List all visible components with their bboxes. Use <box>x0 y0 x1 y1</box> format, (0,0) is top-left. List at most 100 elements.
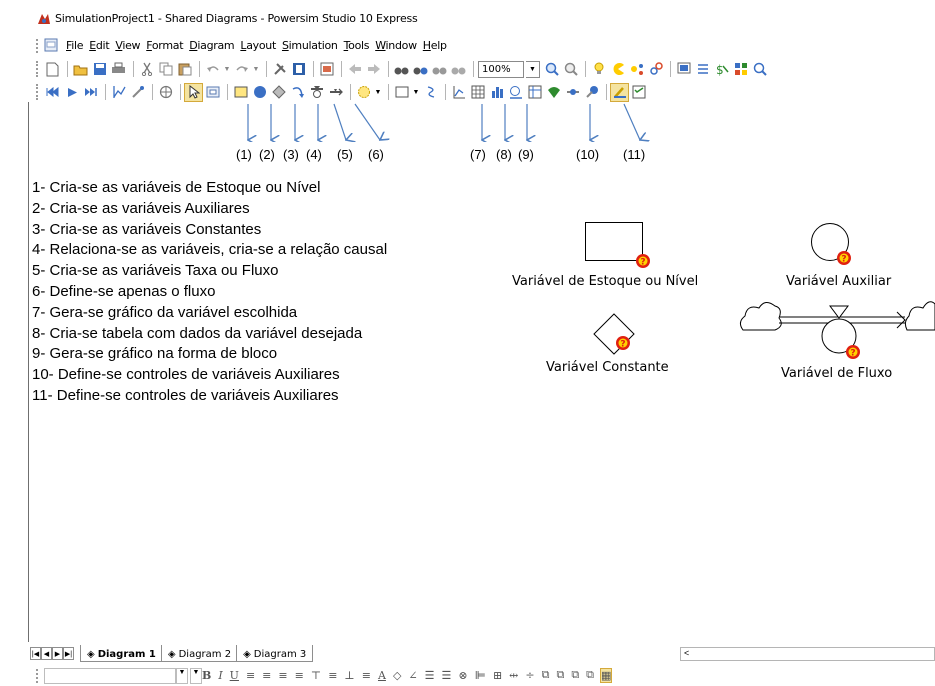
dependency-icon[interactable] <box>647 61 664 78</box>
open-folder-icon[interactable] <box>72 61 89 78</box>
link-tool-icon[interactable] <box>289 84 306 101</box>
form-tool-icon[interactable] <box>630 84 647 101</box>
properties-icon[interactable] <box>290 61 307 78</box>
zoom-out-icon[interactable] <box>562 61 579 78</box>
line-style-icon[interactable]: ☰ <box>442 669 452 682</box>
zoom-dropdown-icon[interactable]: ▼ <box>526 60 540 78</box>
brush-tool-icon[interactable] <box>610 82 629 102</box>
undo-dropdown-icon[interactable]: ▼ <box>223 61 231 78</box>
paste-icon[interactable] <box>176 61 193 78</box>
cut-icon[interactable] <box>138 61 155 78</box>
auxiliary-tool-icon[interactable] <box>251 84 268 101</box>
tab-diagram-3[interactable]: ◈ Diagram 3 <box>236 645 314 662</box>
find-next-icon[interactable] <box>412 61 429 78</box>
grid-snap-icon[interactable]: ▦ <box>599 667 613 683</box>
trend-icon[interactable] <box>110 84 127 101</box>
font-color-button[interactable]: A <box>378 669 386 682</box>
justify-icon[interactable]: ≡ <box>295 669 304 682</box>
spacing-icon[interactable]: ⇹ <box>509 669 518 682</box>
print-icon[interactable] <box>110 61 127 78</box>
menu-edit[interactable]: Edit <box>89 39 109 52</box>
dollar-icon[interactable]: $ <box>713 61 730 78</box>
forward-icon[interactable] <box>365 61 382 78</box>
align-middle-icon[interactable]: ≡ <box>328 669 337 682</box>
menu-simulation[interactable]: Simulation <box>282 39 338 52</box>
menu-diagram[interactable]: Diagram <box>189 39 234 52</box>
align-right-icon[interactable]: ≡ <box>278 669 287 682</box>
rewind-icon[interactable] <box>44 84 61 101</box>
cloud-tool-icon[interactable] <box>355 84 372 101</box>
switch-control-icon[interactable] <box>583 84 600 101</box>
menubar-grip[interactable] <box>36 39 39 53</box>
align-bottom-icon[interactable]: ⊥ <box>344 669 354 682</box>
tab-diagram-1[interactable]: ◈ Diagram 1 <box>80 645 163 662</box>
align-fill-icon[interactable]: ≡ <box>362 669 371 682</box>
align-objects-icon[interactable]: ⊫ <box>475 669 486 682</box>
align-top-icon[interactable]: ⊤ <box>311 669 321 682</box>
last-tab-icon[interactable]: ▶| <box>63 647 74 660</box>
lightbulb-icon[interactable] <box>590 61 607 78</box>
line-color-icon[interactable]: ∠ <box>408 669 417 682</box>
menu-file[interactable]: File <box>66 39 84 52</box>
constant-variable-shape[interactable]: ? <box>592 312 642 362</box>
step-forward-icon[interactable] <box>82 84 99 101</box>
inspect-icon[interactable] <box>751 61 768 78</box>
level-tool-icon[interactable] <box>232 84 249 101</box>
group-icon[interactable]: ⧉ <box>571 668 579 682</box>
diagram-window-icon[interactable] <box>318 61 335 78</box>
ungroup-icon[interactable]: ⧉ <box>586 668 594 682</box>
dial-control-icon[interactable] <box>564 84 581 101</box>
italic-button[interactable]: I <box>218 669 222 682</box>
distribute-icon[interactable]: ⊞ <box>493 669 502 682</box>
fill-color-icon[interactable]: ◇ <box>393 669 401 682</box>
tab-diagram-2[interactable]: ◈ Diagram 2 <box>160 645 239 662</box>
rectangle-dropdown-icon[interactable]: ▼ <box>412 84 420 101</box>
menu-layout[interactable]: Layout <box>240 39 276 52</box>
pointer-tool-icon[interactable] <box>184 82 203 102</box>
target-icon[interactable] <box>157 84 174 101</box>
bring-front-icon[interactable]: ⧉ <box>542 668 550 682</box>
array-table-tool-icon[interactable] <box>526 84 543 101</box>
find-previous-icon[interactable] <box>431 61 448 78</box>
flow-variable-shape[interactable]: ? <box>737 292 935 372</box>
menu-tools[interactable]: Tools <box>344 39 370 52</box>
table-tool-icon[interactable] <box>469 84 486 101</box>
bar-chart-tool-icon[interactable] <box>488 84 505 101</box>
time-table-tool-icon[interactable] <box>507 84 524 101</box>
flow-tool-icon[interactable] <box>327 84 344 101</box>
list-icon[interactable] <box>694 61 711 78</box>
toolbar-grip[interactable] <box>36 669 39 683</box>
save-icon[interactable] <box>91 61 108 78</box>
curve-tool-icon[interactable] <box>422 84 439 101</box>
horizontal-scrollbar[interactable]: < <box>680 647 935 661</box>
align-center-icon[interactable]: ≡ <box>262 669 271 682</box>
constant-tool-icon[interactable] <box>270 84 287 101</box>
graph-tool-icon[interactable] <box>450 84 467 101</box>
play-icon[interactable] <box>63 84 80 101</box>
connect-icon[interactable] <box>628 61 645 78</box>
menu-view[interactable]: View <box>115 39 140 52</box>
underline-button[interactable]: U <box>230 669 239 682</box>
first-tab-icon[interactable]: |◀ <box>30 647 41 660</box>
redo-dropdown-icon[interactable]: ▼ <box>252 61 260 78</box>
menu-window[interactable]: Window <box>375 39 417 52</box>
slider-control-icon[interactable] <box>545 84 562 101</box>
screen-icon[interactable] <box>675 61 692 78</box>
line-width-icon[interactable]: ☰ <box>425 669 435 682</box>
select-area-icon[interactable] <box>204 84 221 101</box>
redo-icon[interactable] <box>233 61 250 78</box>
tools-icon[interactable] <box>271 61 288 78</box>
next-tab-icon[interactable]: ▶ <box>52 647 63 660</box>
settings-wand-icon[interactable] <box>129 84 146 101</box>
auxiliary-variable-shape[interactable]: ? <box>808 220 858 270</box>
undo-icon[interactable] <box>204 61 221 78</box>
font-size-dropdown-icon[interactable]: ▼ <box>190 668 202 684</box>
replace-icon[interactable] <box>450 61 467 78</box>
menu-format[interactable]: Format <box>146 39 183 52</box>
document-menu-icon[interactable] <box>44 38 58 52</box>
previous-tab-icon[interactable]: ◀ <box>41 647 52 660</box>
back-icon[interactable] <box>346 61 363 78</box>
font-name-field[interactable] <box>44 668 176 684</box>
diagram-canvas[interactable]: (1) (2) (3) (4) (5) (6) (7) (8) (9) (10)… <box>0 102 935 642</box>
toolbar-grip[interactable] <box>36 84 39 100</box>
